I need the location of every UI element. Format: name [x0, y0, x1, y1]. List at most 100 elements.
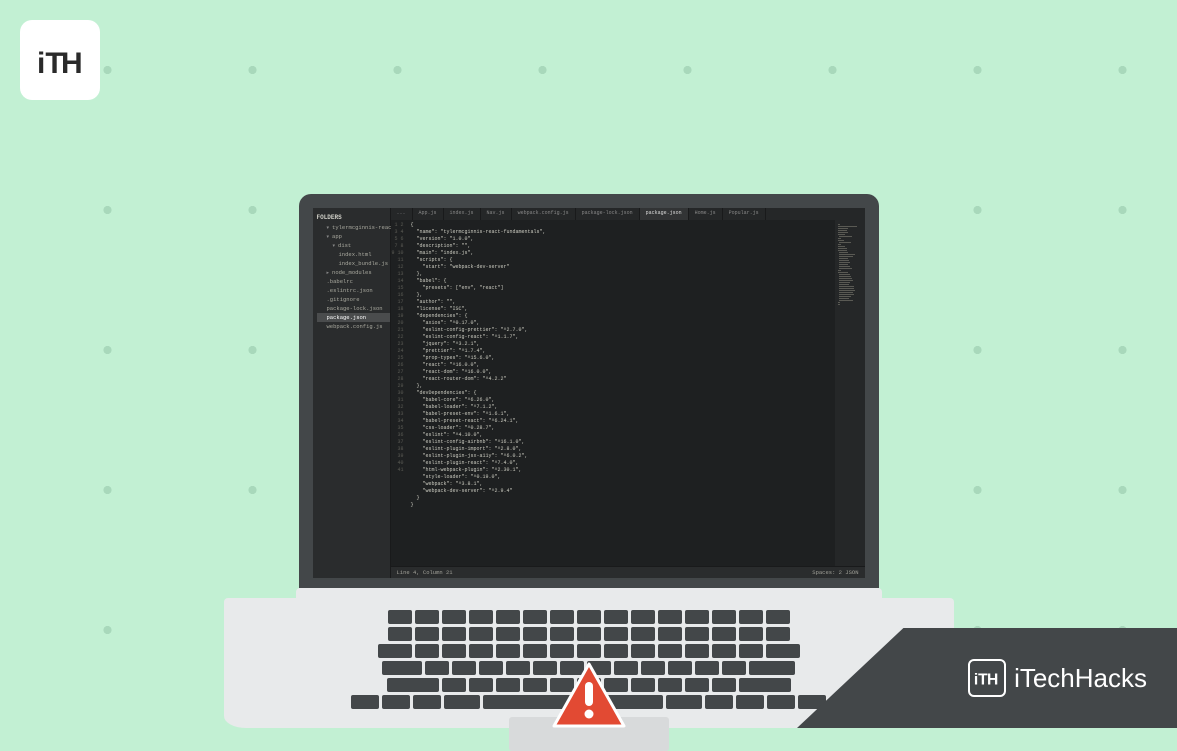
tree-root[interactable]: tylermcginnis-react [317, 223, 390, 232]
key [444, 695, 480, 709]
key [767, 695, 795, 709]
key [479, 661, 503, 675]
key [415, 610, 439, 624]
editor-main: ...App.jsindex.jsNav.jswebpack.config.js… [391, 208, 865, 578]
tab-package-lock-json[interactable]: package-lock.json [576, 208, 640, 220]
tab-package-json[interactable]: package.json [640, 208, 689, 220]
key [631, 678, 655, 692]
key [496, 678, 520, 692]
status-right: Spaces: 2 JSON [812, 569, 858, 576]
key [496, 627, 520, 641]
key [749, 661, 795, 675]
folder-app[interactable]: app [317, 232, 390, 241]
tab-nav-js[interactable]: Nav.js [481, 208, 512, 220]
file--eslintrc-json[interactable]: .eslintrc.json [317, 286, 390, 295]
key [469, 627, 493, 641]
folder-dist[interactable]: dist [317, 241, 390, 250]
minimap-lines [838, 224, 862, 306]
key [631, 627, 655, 641]
sidebar-title: FOLDERS [313, 212, 390, 223]
key [415, 627, 439, 641]
key [413, 695, 441, 709]
key [695, 661, 719, 675]
key [577, 644, 601, 658]
key [739, 627, 763, 641]
key [705, 695, 733, 709]
file-package-json[interactable]: package.json [317, 313, 390, 322]
editor-tabs: ...App.jsindex.jsNav.jswebpack.config.js… [391, 208, 865, 220]
minimap [835, 220, 865, 566]
tab-popular-js[interactable]: Popular.js [723, 208, 766, 220]
key [668, 661, 692, 675]
key [550, 627, 574, 641]
key [658, 610, 682, 624]
code-editor: FOLDERS tylermcginnis-reactappdistindex.… [313, 208, 865, 578]
key [469, 678, 493, 692]
keyboard-row [388, 610, 790, 624]
file-webpack-config-js[interactable]: webpack.config.js [317, 322, 390, 331]
file-package-lock-json[interactable]: package-lock.json [317, 304, 390, 313]
key [604, 644, 628, 658]
tab-index-js[interactable]: index.js [444, 208, 481, 220]
key [712, 627, 736, 641]
key [604, 627, 628, 641]
folder-node-modules[interactable]: node_modules [317, 268, 390, 277]
key [722, 661, 746, 675]
key [712, 678, 736, 692]
file-index-bundle-js[interactable]: index_bundle.js [317, 259, 390, 268]
key [382, 695, 410, 709]
key [550, 610, 574, 624]
file-index-html[interactable]: index.html [317, 250, 390, 259]
keyboard-row [388, 627, 790, 641]
key [685, 627, 709, 641]
key [442, 627, 466, 641]
key [712, 644, 736, 658]
tab-home-js[interactable]: Home.js [689, 208, 723, 220]
key [550, 644, 574, 658]
line-gutter: 1 2 3 4 5 6 7 8 9 10 11 12 13 14 15 16 1… [391, 220, 407, 566]
key [523, 610, 547, 624]
key [442, 678, 466, 692]
key [739, 644, 763, 658]
tab----[interactable]: ... [391, 208, 413, 220]
key [496, 644, 520, 658]
key [631, 610, 655, 624]
key [739, 678, 791, 692]
key [766, 627, 790, 641]
key [641, 661, 665, 675]
key [604, 610, 628, 624]
tab-webpack-config-js[interactable]: webpack.config.js [512, 208, 576, 220]
alert-icon [552, 662, 626, 736]
key [739, 610, 763, 624]
keyboard-row [378, 644, 800, 658]
ith-logo-icon: iT H [35, 35, 85, 85]
code-content: { "name": "tylermcginnis-react-fundament… [407, 220, 835, 566]
key [388, 610, 412, 624]
key [442, 610, 466, 624]
key [442, 644, 466, 658]
svg-text:H: H [987, 672, 998, 689]
key [685, 644, 709, 658]
code-area: 1 2 3 4 5 6 7 8 9 10 11 12 13 14 15 16 1… [391, 220, 865, 566]
key [666, 695, 702, 709]
svg-text:iT: iT [37, 47, 64, 80]
file--gitignore[interactable]: .gitignore [317, 295, 390, 304]
key [658, 678, 682, 692]
key [469, 610, 493, 624]
key [631, 644, 655, 658]
key [382, 661, 422, 675]
file-tree: tylermcginnis-reactappdistindex.htmlinde… [313, 223, 390, 331]
key [425, 661, 449, 675]
file--babelrc[interactable]: .babelrc [317, 277, 390, 286]
key [378, 644, 412, 658]
key [766, 644, 800, 658]
key [685, 678, 709, 692]
svg-text:iT: iT [974, 672, 988, 689]
laptop-bezel: FOLDERS tylermcginnis-reactappdistindex.… [299, 194, 879, 588]
banner-logo-icon: iT H [968, 659, 1006, 697]
key [523, 678, 547, 692]
key [415, 644, 439, 658]
laptop-hinge [296, 588, 882, 598]
tab-app-js[interactable]: App.js [413, 208, 444, 220]
key [387, 678, 439, 692]
